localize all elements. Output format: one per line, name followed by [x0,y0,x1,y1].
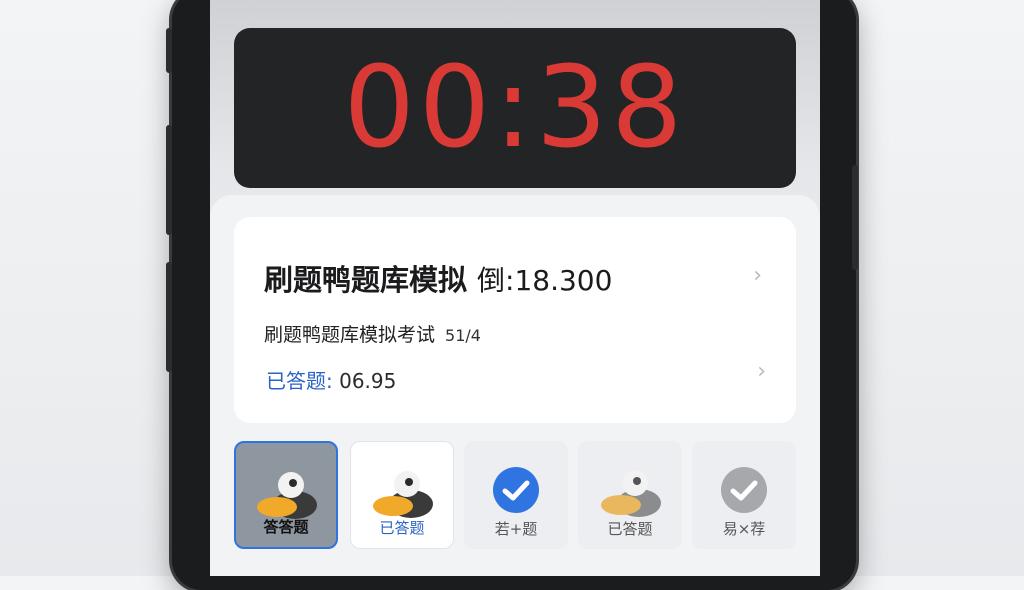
exam-progress-count: 51/4 [445,326,481,345]
check-circle-blue-icon [493,467,539,513]
duck-icon [257,472,317,519]
duck-icon [601,470,661,517]
exam-subtitle: 刷题鸭题库模拟考试 [264,324,436,346]
timer-digits: 00:38 [343,43,687,173]
exam-title: 刷题鸭题库模拟 [264,263,468,297]
answer-tiles: 答答题 已答题 若+题 已答题 易×荐 [234,441,804,551]
exam-title-countdown: 倒:18.300 [477,264,613,297]
answered-label: 已答题: [266,369,333,393]
side-button-left-3 [166,262,172,372]
exam-card[interactable]: 刷题鸭题库模拟 倒:18.300 › 刷题鸭题库模拟考试 51/4 已答题: 06.… [234,217,796,423]
tile-answered-2[interactable]: 已答题 [578,441,682,549]
phone-screen: 00:38 刷题鸭题库模拟 倒:18.300 › 刷题鸭题库模拟考试 51/4 已答… [210,0,820,576]
exam-subtitle-row: 刷题鸭题库模拟考试 51/4 [264,320,481,347]
tile-answered[interactable]: 已答题 [350,441,454,549]
side-button-left-2 [166,125,172,235]
chevron-right-icon[interactable]: › [757,359,766,384]
answered-row[interactable]: 已答题: 06.95 [266,365,396,394]
tile-answer[interactable]: 答答题 [234,441,338,549]
countdown-timer: 00:38 [234,28,796,188]
bottom-sheet: 刷题鸭题库模拟 倒:18.300 › 刷题鸭题库模拟考试 51/4 已答题: 06.… [210,195,820,576]
side-button-right [852,165,858,270]
chevron-right-icon[interactable]: › [753,263,762,288]
side-button-left-1 [166,28,172,73]
tile-label: 易×荐 [722,520,766,538]
tile-recommend[interactable]: 易×荐 [692,441,796,549]
tile-add[interactable]: 若+题 [464,441,568,549]
duck-icon [373,471,433,518]
tile-label: 若+题 [494,520,538,538]
answered-value: 06.95 [332,369,397,393]
check-circle-gray-icon [721,467,767,513]
exam-title-row[interactable]: 刷题鸭题库模拟 倒:18.300 › [264,257,776,297]
